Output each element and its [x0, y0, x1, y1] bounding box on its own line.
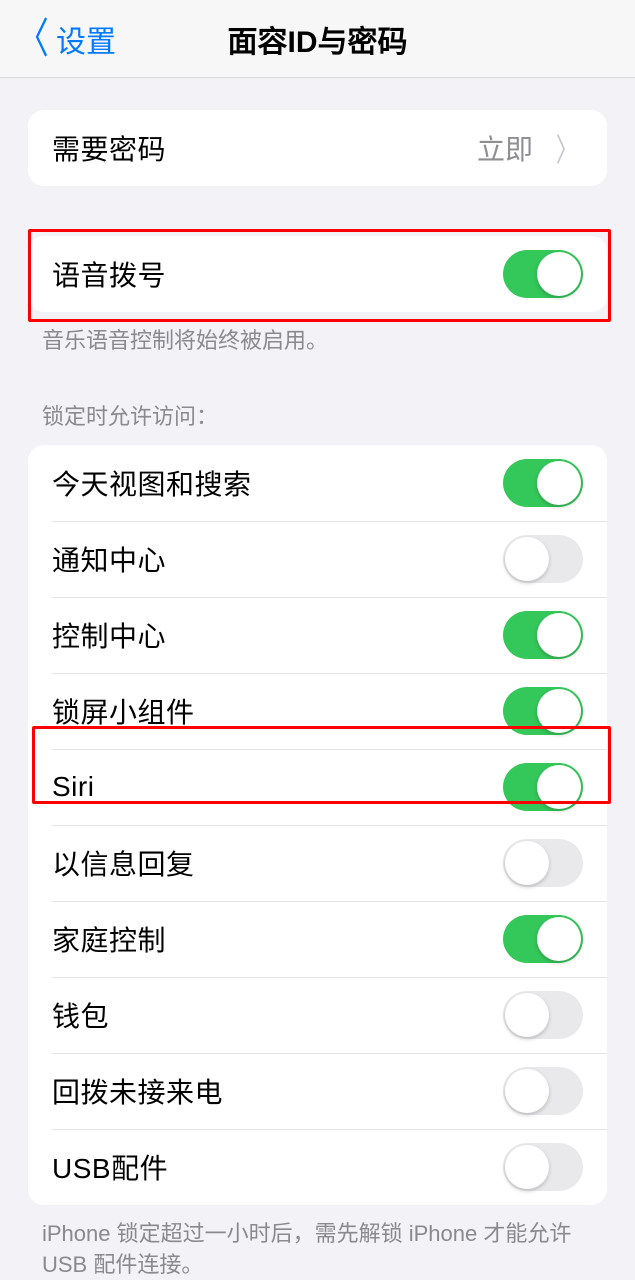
require-passcode-value: 立即 〉 [477, 125, 583, 171]
lock-access-label: 锁屏小组件 [52, 691, 195, 731]
toggle-knob [537, 252, 581, 296]
lock-access-label: 回拨未接来电 [52, 1071, 223, 1111]
lock-access-toggle[interactable] [503, 611, 583, 659]
lock-access-label: 以信息回复 [52, 843, 195, 883]
chevron-left-icon: 〈 [17, 18, 49, 60]
lock-access-row: 控制中心 [28, 597, 607, 673]
toggle-knob [537, 765, 581, 809]
toggle-knob [537, 613, 581, 657]
lock-access-footer: iPhone 锁定超过一小时后，需先解锁 iPhone 才能允许 USB 配件连… [0, 1205, 635, 1280]
lock-access-toggle[interactable] [503, 763, 583, 811]
lock-access-row: 钱包 [28, 977, 607, 1053]
voice-dial-section: 语音拨号 [28, 236, 607, 312]
back-button[interactable]: 〈 设置 [12, 17, 116, 61]
back-label: 设置 [56, 17, 116, 61]
lock-access-row: Siri [28, 749, 607, 825]
lock-access-toggle[interactable] [503, 1143, 583, 1191]
lock-access-row: USB配件 [28, 1129, 607, 1205]
lock-access-label: 家庭控制 [52, 919, 166, 959]
lock-access-row: 锁屏小组件 [28, 673, 607, 749]
voice-dial-footer: 音乐语音控制将始终被启用。 [0, 312, 635, 357]
lock-access-label: USB配件 [52, 1147, 168, 1187]
lock-access-label: Siri [52, 771, 94, 803]
navigation-bar: 〈 设置 面容ID与密码 [0, 0, 635, 78]
toggle-knob [537, 689, 581, 733]
lock-access-label: 通知中心 [52, 539, 166, 579]
toggle-knob [505, 1145, 549, 1189]
lock-access-toggle[interactable] [503, 687, 583, 735]
toggle-knob [505, 841, 549, 885]
lock-access-toggle[interactable] [503, 459, 583, 507]
require-passcode-row[interactable]: 需要密码 立即 〉 [28, 110, 607, 186]
voice-dial-toggle[interactable] [503, 250, 583, 298]
lock-access-row: 以信息回复 [28, 825, 607, 901]
lock-access-toggle[interactable] [503, 839, 583, 887]
lock-access-row: 通知中心 [28, 521, 607, 597]
lock-access-header: 锁定时允许访问： [0, 399, 635, 445]
lock-access-toggle[interactable] [503, 915, 583, 963]
toggle-knob [505, 537, 549, 581]
voice-dial-row: 语音拨号 [28, 236, 607, 312]
lock-access-label: 控制中心 [52, 615, 166, 655]
lock-access-label: 钱包 [52, 995, 109, 1035]
lock-access-label: 今天视图和搜索 [52, 463, 252, 503]
voice-dial-label: 语音拨号 [52, 254, 166, 294]
passcode-section: 需要密码 立即 〉 [28, 110, 607, 186]
require-passcode-label: 需要密码 [52, 128, 166, 168]
lock-access-toggle[interactable] [503, 1067, 583, 1115]
toggle-knob [537, 917, 581, 961]
lock-access-toggle[interactable] [503, 535, 583, 583]
lock-access-row: 今天视图和搜索 [28, 445, 607, 521]
toggle-knob [505, 1069, 549, 1113]
lock-access-toggle[interactable] [503, 991, 583, 1039]
toggle-knob [505, 993, 549, 1037]
lock-access-row: 回拨未接来电 [28, 1053, 607, 1129]
chevron-right-icon: 〉 [556, 125, 578, 171]
lock-access-row: 家庭控制 [28, 901, 607, 977]
toggle-knob [537, 461, 581, 505]
lock-access-section: 今天视图和搜索通知中心控制中心锁屏小组件 Siri 以信息回复家庭控制钱包回拨未接来… [28, 445, 607, 1205]
